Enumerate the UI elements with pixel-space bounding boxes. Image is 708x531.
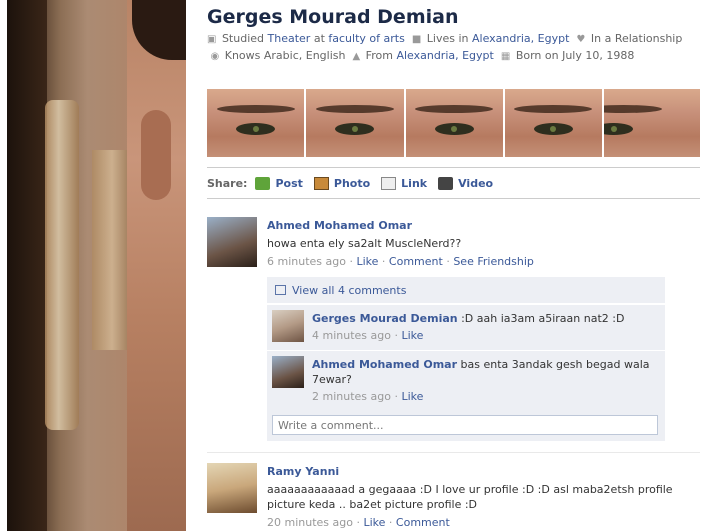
link-icon bbox=[381, 176, 397, 190]
story-meta: 6 minutes ago · Like · Comment · See Fri… bbox=[267, 255, 697, 268]
story-meta: 20 minutes ago · Like · Comment bbox=[267, 516, 687, 529]
photo-face bbox=[127, 0, 186, 531]
separator: · bbox=[394, 329, 398, 342]
globe-icon: ◉ bbox=[210, 51, 220, 62]
photo-thumbnail[interactable] bbox=[207, 89, 305, 157]
photo-icon bbox=[313, 176, 329, 190]
comment-time[interactable]: 4 minutes ago bbox=[312, 329, 391, 342]
avatar[interactable] bbox=[207, 463, 257, 513]
avatar[interactable] bbox=[272, 356, 304, 388]
story-message: howa enta ely sa2alt MuscleNerd?? bbox=[267, 237, 462, 250]
share-video-button[interactable]: Video bbox=[438, 176, 494, 190]
photo-thumbnail[interactable] bbox=[604, 89, 700, 157]
calendar-icon: ▦ bbox=[500, 51, 511, 62]
profile-picture[interactable] bbox=[7, 0, 186, 531]
story-author[interactable]: Ramy Yanni bbox=[267, 465, 339, 478]
profile-info: ▣ Studied Theater at faculty of arts ■ L… bbox=[207, 31, 700, 65]
share-item-label: Video bbox=[458, 176, 494, 190]
like-button[interactable]: Like bbox=[356, 255, 378, 268]
info-label: Studied bbox=[221, 32, 265, 45]
separator: · bbox=[381, 255, 386, 268]
separator: · bbox=[394, 390, 398, 403]
view-all-comments[interactable]: View all 4 comments bbox=[267, 277, 665, 303]
share-post-button[interactable]: Post bbox=[255, 176, 303, 190]
photo-thumbnail[interactable] bbox=[504, 89, 602, 157]
comment-author[interactable]: Ahmed Mohamed Omar bbox=[312, 358, 457, 371]
education-icon: ▣ bbox=[207, 34, 217, 45]
photo-strip bbox=[207, 89, 700, 157]
lives-city-link[interactable]: Alexandria, Egypt bbox=[472, 32, 569, 45]
view-all-comments-link[interactable]: View all 4 comments bbox=[292, 284, 406, 297]
share-item-label: Link bbox=[401, 176, 428, 190]
info-label: at bbox=[313, 32, 325, 45]
comment-text: :D aah ia3am a5iraan nat2 :D bbox=[461, 312, 625, 325]
comment-button[interactable]: Comment bbox=[389, 255, 443, 268]
post-icon bbox=[255, 176, 271, 190]
languages: Knows Arabic, English bbox=[224, 49, 346, 62]
comment-button[interactable]: Comment bbox=[396, 516, 450, 529]
video-icon bbox=[438, 176, 454, 190]
comment: Ahmed Mohamed Omar bas enta 3andak gesh … bbox=[267, 350, 665, 409]
info-label: Lives in bbox=[426, 32, 469, 45]
share-item-label: Photo bbox=[333, 176, 371, 190]
see-friendship-link[interactable]: See Friendship bbox=[453, 255, 534, 268]
comment: Gerges Mourad Demian :D aah ia3am a5iraa… bbox=[267, 304, 665, 350]
share-photo-button[interactable]: Photo bbox=[313, 176, 371, 190]
share-item-label: Post bbox=[275, 176, 303, 190]
separator: · bbox=[446, 255, 450, 268]
write-comment-box: Write a comment... bbox=[267, 409, 665, 441]
avatar[interactable] bbox=[207, 217, 257, 267]
comment-icon bbox=[275, 285, 286, 295]
divider bbox=[207, 452, 700, 453]
photo-background bbox=[92, 150, 132, 350]
share-bar: Share: Post Photo Link Video bbox=[207, 167, 700, 199]
photo-thumbnail[interactable] bbox=[306, 89, 404, 157]
write-comment-input[interactable]: Write a comment... bbox=[272, 415, 658, 435]
photo-background bbox=[45, 100, 79, 430]
avatar[interactable] bbox=[272, 310, 304, 342]
school-link[interactable]: faculty of arts bbox=[328, 32, 404, 45]
home-icon: ■ bbox=[411, 34, 422, 45]
comment-author[interactable]: Gerges Mourad Demian bbox=[312, 312, 458, 325]
info-label: From bbox=[365, 49, 393, 62]
heart-icon: ♥ bbox=[576, 34, 586, 45]
studied-subject-link[interactable]: Theater bbox=[268, 32, 311, 45]
birthday: Born on July 10, 1988 bbox=[515, 49, 635, 62]
separator: · bbox=[349, 255, 353, 268]
story-author[interactable]: Ahmed Mohamed Omar bbox=[267, 219, 412, 232]
photo-background bbox=[7, 0, 47, 531]
comment-like-button[interactable]: Like bbox=[401, 329, 423, 342]
house-icon: ▲ bbox=[352, 51, 361, 62]
feed-story: Ramy Yanni aaaaaaaaaaaad a gegaaaa :D I … bbox=[207, 463, 700, 531]
like-button[interactable]: Like bbox=[363, 516, 385, 529]
separator: · bbox=[388, 516, 393, 529]
photo-thumbnail[interactable] bbox=[405, 89, 503, 157]
photo-ear bbox=[141, 110, 171, 200]
feed-story: Ahmed Mohamed Omar howa enta ely sa2alt … bbox=[207, 217, 700, 277]
relationship-status: In a Relationship bbox=[590, 32, 683, 45]
story-time[interactable]: 20 minutes ago bbox=[267, 516, 353, 529]
separator: · bbox=[356, 516, 360, 529]
share-link-button[interactable]: Link bbox=[381, 176, 428, 190]
story-time[interactable]: 6 minutes ago bbox=[267, 255, 346, 268]
story-message: aaaaaaaaaaaad a gegaaaa :D I love ur pro… bbox=[267, 483, 673, 511]
profile-name: Gerges Mourad Demian bbox=[207, 6, 459, 28]
comment-time[interactable]: 2 minutes ago bbox=[312, 390, 391, 403]
comment-like-button[interactable]: Like bbox=[401, 390, 423, 403]
share-label: Share: bbox=[207, 176, 248, 190]
hometown-link[interactable]: Alexandria, Egypt bbox=[396, 49, 493, 62]
